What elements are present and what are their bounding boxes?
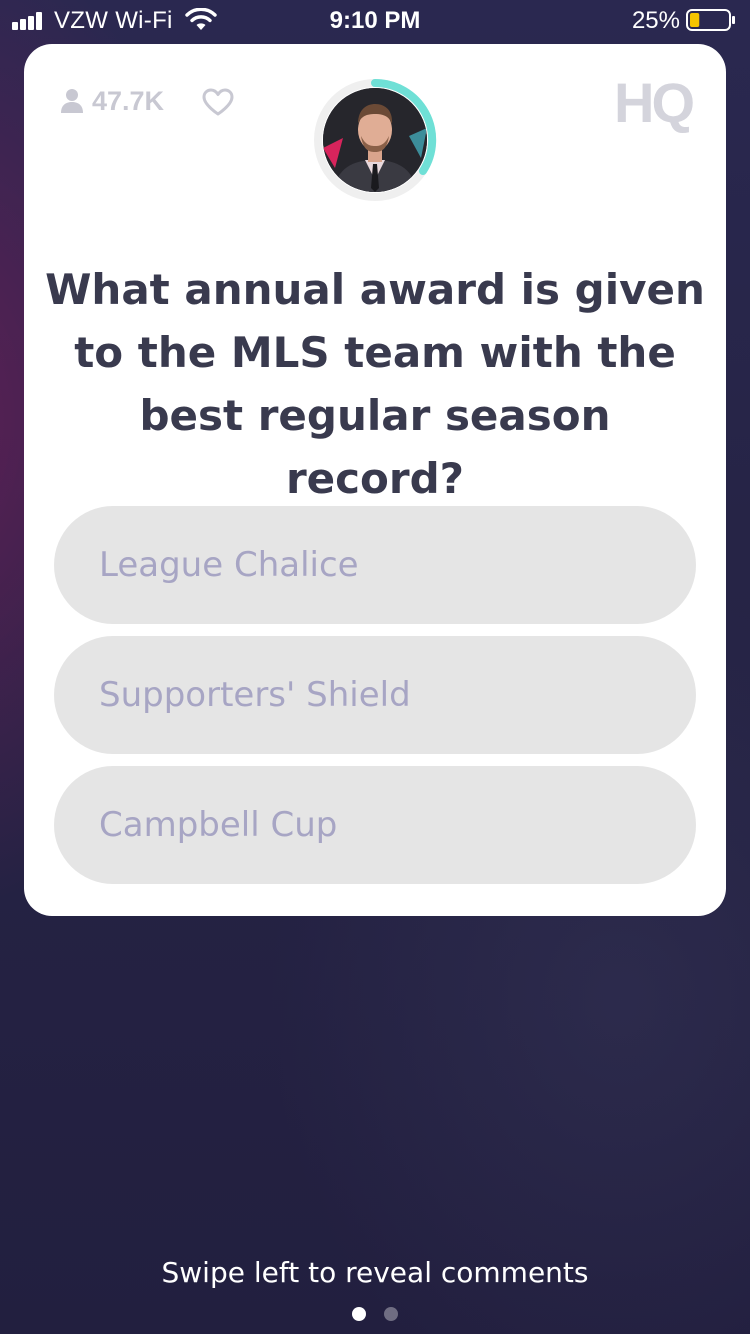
person-icon — [61, 89, 83, 113]
question-card: 47.7K HQ What annual award is given to t… — [24, 44, 726, 916]
status-bar: VZW Wi-Fi 9:10 PM 25% — [0, 0, 750, 40]
battery-percent: 25% — [631, 7, 680, 34]
answer-label: Supporters' Shield — [99, 675, 411, 715]
answer-option-3[interactable]: Campbell Cup — [54, 766, 696, 884]
hq-logo: HQ — [614, 71, 695, 134]
answer-label: League Chalice — [99, 545, 359, 585]
answer-option-1[interactable]: League Chalice — [54, 506, 696, 624]
swipe-hint: Swipe left to reveal comments — [161, 1256, 589, 1289]
answer-list: League Chalice Supporters' Shield Campbe… — [54, 506, 696, 896]
heart-icon[interactable] — [202, 88, 234, 116]
answer-label: Campbell Cup — [99, 805, 338, 845]
page-indicator[interactable] — [0, 1307, 750, 1321]
question-text: What annual award is given to the MLS te… — [45, 265, 705, 503]
viewer-count-label: 47.7K — [92, 85, 165, 116]
viewer-count: 47.7K — [60, 86, 164, 116]
host-avatar — [313, 78, 437, 202]
page-dot-1[interactable] — [352, 1307, 366, 1321]
page-dot-2[interactable] — [384, 1307, 398, 1321]
host-photo — [323, 88, 427, 192]
answer-option-2[interactable]: Supporters' Shield — [54, 636, 696, 754]
battery-icon — [686, 9, 735, 31]
